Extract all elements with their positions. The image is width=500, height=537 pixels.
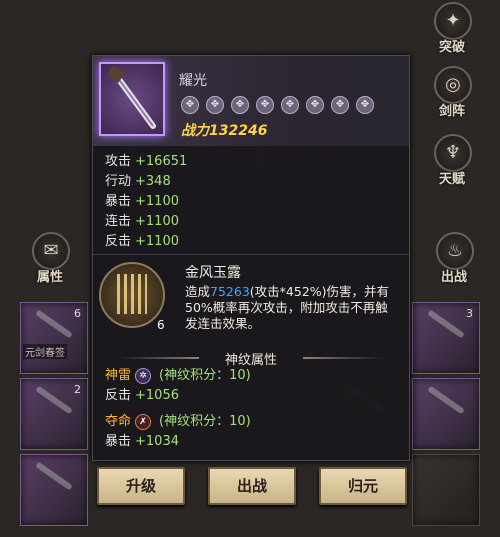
stat-row: 攻击 +16651: [105, 152, 187, 172]
slot-count: 3: [466, 307, 473, 320]
item-name: 耀光: [179, 73, 207, 89]
slot-name: 元剑春签: [23, 344, 67, 359]
stat-label: 攻击: [105, 154, 132, 169]
scroll-icon: ✉: [32, 232, 70, 270]
skill-desc-prefix: 造成: [185, 284, 211, 299]
rune-star-icon: ✥: [356, 96, 374, 114]
rune-stat-value: +1034: [135, 434, 179, 449]
inventory-slot[interactable]: [412, 378, 480, 450]
item-tooltip: 耀光 ✥ ✥ ✥ ✥ ✥ ✥ ✥ ✥ 战力132246 攻击 +16651 行动 +…: [92, 55, 410, 461]
rune-points: (神纹积分：10): [159, 414, 251, 429]
stat-value: +16651: [135, 154, 188, 169]
combat-power: 战力132246: [181, 123, 268, 139]
talent-button[interactable]: ♆ 天赋: [428, 132, 476, 194]
rune-header: 夺命 ✗ (神纹积分：10): [105, 412, 251, 432]
rune-star-icon: ✥: [306, 96, 324, 114]
rune-stat: 反击 +1056: [105, 386, 179, 406]
inventory-slot[interactable]: [20, 454, 88, 526]
upgrade-button[interactable]: 升级: [97, 467, 185, 505]
talent-icon: ♆: [434, 134, 472, 172]
rune-header: 神雷 ✲ (神纹积分：10): [105, 366, 251, 386]
tooltip-header: 耀光 ✥ ✥ ✥ ✥ ✥ ✥ ✥ ✥ 战力132246: [93, 56, 409, 146]
stat-value: +1100: [135, 214, 179, 229]
title-line-right: [303, 357, 383, 359]
stat-label: 连击: [105, 214, 132, 229]
stat-label: 行动: [105, 174, 132, 189]
divider: [93, 254, 409, 255]
stat-label: 暴击: [105, 194, 132, 209]
rune-points: (神纹积分：10): [159, 368, 251, 383]
formation-label: 剑阵: [438, 104, 465, 119]
inventory-slot[interactable]: 2: [20, 378, 88, 450]
inventory-slot[interactable]: 6 元剑春签: [20, 302, 88, 374]
rune-name: 神雷: [105, 368, 132, 383]
skill-name: 金风玉露: [185, 265, 241, 281]
rune-star-icon: ✥: [231, 96, 249, 114]
skill-damage-value: 75263: [210, 284, 250, 299]
deploy-button[interactable]: 出战: [208, 467, 296, 505]
rune-star-icon: ✥: [331, 96, 349, 114]
stat-row: 反击 +1100: [105, 232, 187, 252]
talent-label: 天赋: [438, 172, 465, 187]
fate-rune-icon: ✗: [135, 413, 152, 430]
skill-icon: [99, 262, 165, 328]
attribute-label: 属性: [36, 270, 63, 285]
stat-value: +1100: [135, 194, 179, 209]
return-button[interactable]: 归元: [319, 467, 407, 505]
star-rating: ✥ ✥ ✥ ✥ ✥ ✥ ✥ ✥: [181, 96, 374, 114]
rune-name: 夺命: [105, 414, 132, 429]
sword-icon: [35, 309, 73, 339]
slot-count: 6: [74, 307, 81, 320]
skill-description: 造成75263(攻击*452%)伤害，并有50%概率再次攻击，附加攻击不再触发连…: [185, 284, 399, 332]
rune-stat-label: 反击: [105, 388, 132, 403]
deploy-side-label: 出战: [440, 270, 467, 285]
slot-count: 2: [74, 383, 81, 396]
breakthrough-button[interactable]: ✦ 突破: [428, 0, 476, 62]
sword-icon: [106, 65, 156, 129]
stat-row: 暴击 +1100: [105, 192, 187, 212]
deploy-side-button[interactable]: ♨ 出战: [430, 230, 478, 292]
rune-stat-value: +1056: [135, 388, 179, 403]
rune-star-icon: ✥: [256, 96, 274, 114]
stat-label: 反击: [105, 234, 132, 249]
inventory-slot[interactable]: [412, 454, 480, 526]
thunder-rune-icon: ✲: [135, 367, 152, 384]
deploy-icon: ♨: [436, 232, 474, 270]
sword-icon: [35, 385, 73, 415]
sword-icon: [427, 385, 465, 415]
rune-star-icon: ✥: [281, 96, 299, 114]
item-icon: [99, 62, 165, 136]
inventory-slot[interactable]: 3: [412, 302, 480, 374]
rune-star-icon: ✥: [206, 96, 224, 114]
breakthrough-label: 突破: [438, 40, 465, 55]
rune-star-icon: ✥: [181, 96, 199, 114]
formation-icon: ◎: [434, 66, 472, 104]
stat-value: +1100: [135, 234, 179, 249]
base-stats: 攻击 +16651 行动 +348 暴击 +1100 连击 +1100 反击 +1100: [105, 152, 187, 252]
formation-button[interactable]: ◎ 剑阵: [428, 64, 476, 126]
stat-row: 连击 +1100: [105, 212, 187, 232]
sword-icon: [427, 309, 465, 339]
sword-icon: [35, 461, 73, 491]
rune-stat: 暴击 +1034: [105, 432, 179, 452]
attribute-button[interactable]: ✉ 属性: [26, 230, 74, 292]
stat-value: +348: [135, 174, 171, 189]
golden-wind-icon: [117, 274, 147, 314]
rune-stat-label: 暴击: [105, 434, 132, 449]
breakthrough-icon: ✦: [434, 2, 472, 40]
stat-row: 行动 +348: [105, 172, 187, 192]
skill-level: 6: [157, 318, 165, 332]
